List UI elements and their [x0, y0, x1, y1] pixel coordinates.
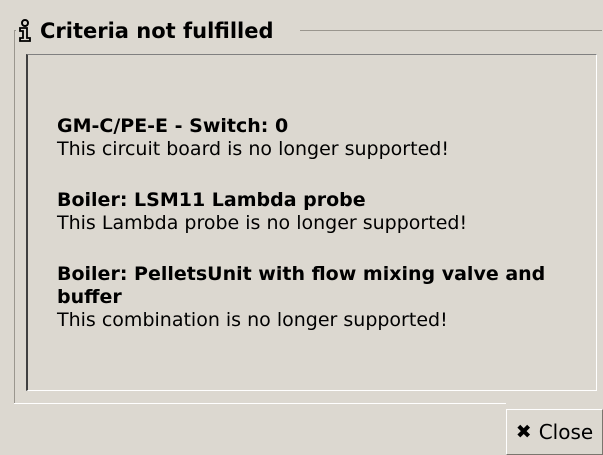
message-text: This combination is no longer supported!: [57, 309, 448, 331]
message-panel: GM-C/PE-E - Switch: 0 This circuit board…: [26, 54, 597, 391]
frame-border-bottom: [14, 403, 506, 404]
message-item: GM-C/PE-E - Switch: 0 This circuit board…: [57, 115, 577, 161]
message-heading: Boiler: PelletsUnit with flow mixing val…: [57, 263, 546, 308]
close-button-label: Close: [538, 420, 594, 444]
message-heading: GM-C/PE-E - Switch: 0: [57, 115, 289, 137]
dialog-title-bar: Criteria not fulfilled: [16, 16, 280, 46]
info-icon: [16, 19, 34, 43]
criteria-dialog: Criteria not fulfilled GM-C/PE-E - Switc…: [0, 0, 603, 455]
frame-border-left: [14, 30, 15, 403]
dialog-title: Criteria not fulfilled: [40, 19, 274, 43]
close-icon: ✖: [515, 421, 532, 443]
message-heading: Boiler: LSM11 Lambda probe: [57, 189, 366, 211]
message-item: Boiler: PelletsUnit with flow mixing val…: [57, 263, 577, 332]
message-text: This Lambda probe is no longer supported…: [57, 212, 468, 234]
frame-border-top-right: [300, 30, 602, 31]
message-item: Boiler: LSM11 Lambda probe This Lambda p…: [57, 189, 577, 235]
close-button[interactable]: ✖ Close: [506, 409, 603, 455]
message-text: This circuit board is no longer supporte…: [57, 138, 449, 160]
